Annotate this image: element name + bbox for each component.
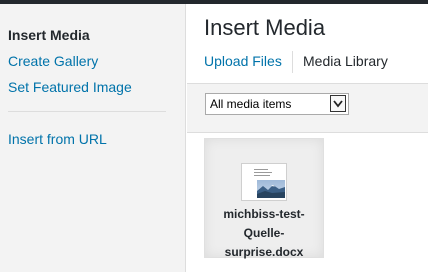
- chevron-down-icon[interactable]: [330, 95, 346, 112]
- document-photo-icon: [257, 180, 285, 198]
- menu-separator: [8, 111, 166, 112]
- menu-item-set-featured-image[interactable]: Set Featured Image: [8, 78, 132, 96]
- menu-item-insert-media[interactable]: Insert Media: [8, 26, 90, 44]
- menu-item-insert-from-url[interactable]: Insert from URL: [8, 130, 107, 148]
- media-modal: Insert Media Create Gallery Set Featured…: [0, 0, 428, 272]
- attachment-filename: michbiss-test- Quelle- surprise.docx: [223, 207, 305, 259]
- media-frame-content: Insert Media Upload Files Media Library …: [187, 4, 428, 272]
- tab-divider: [292, 51, 293, 73]
- tab-upload-files[interactable]: Upload Files: [204, 52, 282, 70]
- media-filter-value: All media items: [210, 97, 292, 111]
- attachment-tile[interactable]: michbiss-test- Quelle- surprise.docx: [204, 138, 324, 259]
- menu-item-create-gallery[interactable]: Create Gallery: [8, 52, 98, 70]
- tab-media-library[interactable]: Media Library: [303, 52, 388, 70]
- media-menu: Insert Media Create Gallery Set Featured…: [0, 4, 186, 272]
- document-icon: [241, 163, 287, 201]
- media-toolbar: All media items: [187, 83, 428, 133]
- page-title: Insert Media: [204, 15, 326, 40]
- media-filter-select[interactable]: All media items: [205, 93, 349, 115]
